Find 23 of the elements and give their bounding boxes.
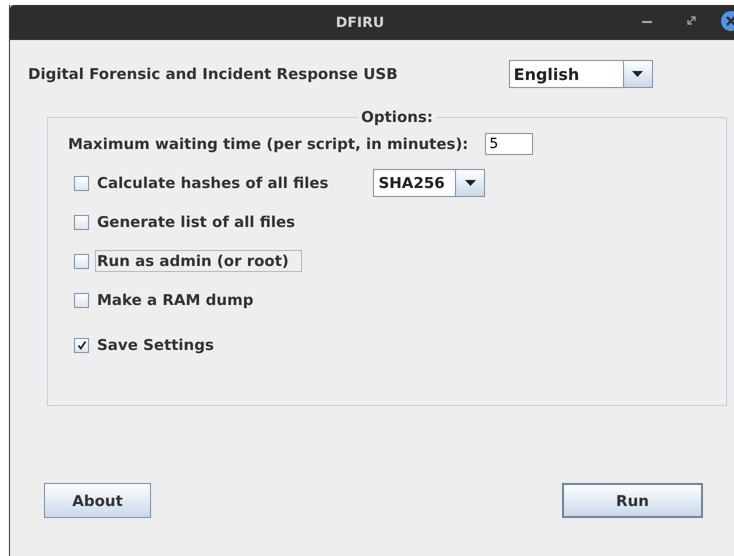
- window-title: DFIRU: [336, 14, 384, 30]
- hash-algorithm-dropdown[interactable]: SHA256: [373, 169, 486, 197]
- dropdown-arrow-icon: [464, 180, 476, 186]
- action-button[interactable]: About: [44, 483, 151, 518]
- panel-title: Options:: [360, 108, 434, 126]
- checkbox[interactable]: [74, 176, 89, 190]
- action-button[interactable]: Run: [562, 483, 703, 518]
- option-label[interactable]: Calculate hashes of all files: [95, 172, 342, 194]
- app-heading: Digital Forensic and Incident Response USB: [28, 65, 398, 83]
- minimize-icon[interactable]: [642, 20, 652, 24]
- checkbox[interactable]: [74, 254, 89, 268]
- dropdown-arrow-icon: [632, 71, 644, 77]
- option-label[interactable]: Make a RAM dump: [95, 289, 266, 311]
- wait-time-field[interactable]: 5: [485, 133, 534, 155]
- option-label[interactable]: Run as admin (or root): [95, 250, 302, 272]
- checkbox[interactable]: [74, 292, 89, 308]
- checkbox[interactable]: [74, 214, 89, 230]
- option-label[interactable]: Generate list of all files: [95, 211, 308, 233]
- language-dropdown[interactable]: English: [508, 60, 653, 88]
- restore-icon[interactable]: [687, 16, 696, 25]
- checkbox[interactable]: [74, 338, 89, 352]
- wait-time-label: Maximum waiting time (per script, in minutes):: [68, 135, 468, 153]
- option-label[interactable]: Save Settings: [95, 334, 227, 356]
